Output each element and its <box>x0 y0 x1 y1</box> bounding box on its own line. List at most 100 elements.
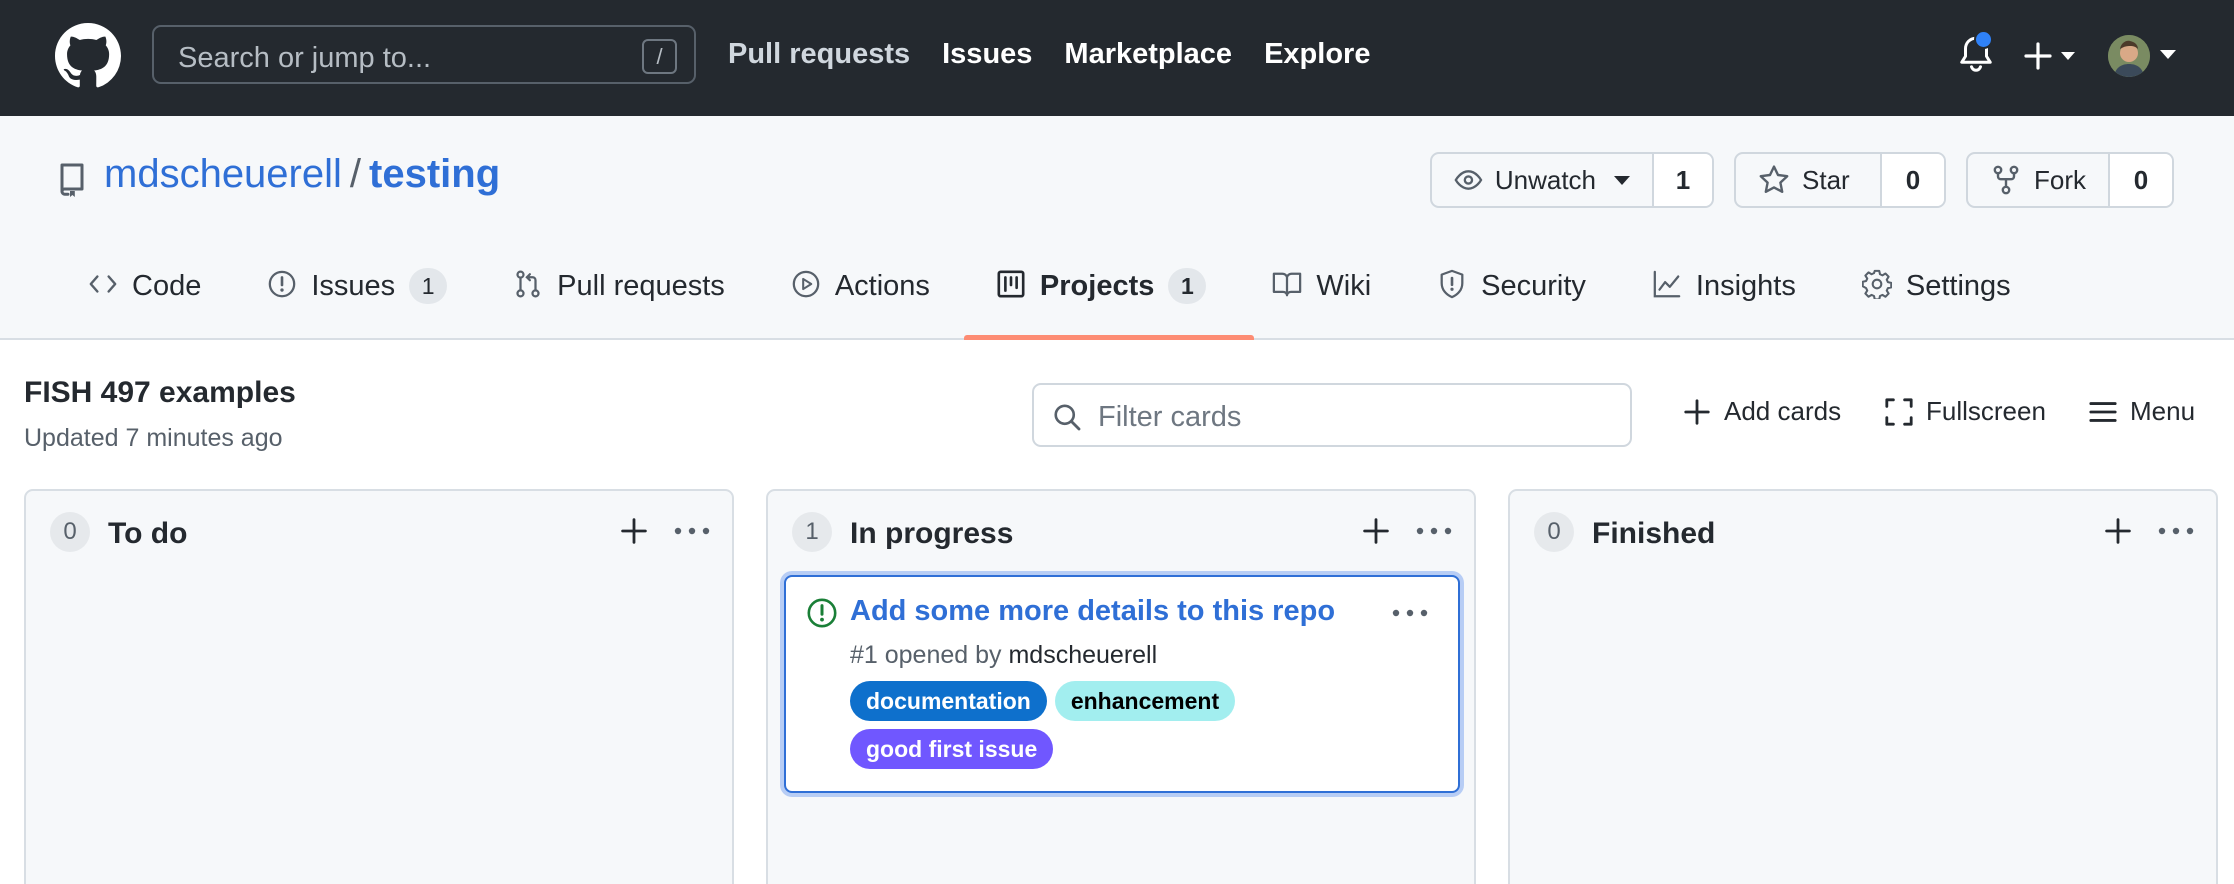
add-card-plus-icon[interactable] <box>2104 517 2132 545</box>
nav-marketplace[interactable]: Marketplace <box>1064 38 1232 71</box>
tab-code[interactable]: Code <box>88 266 231 340</box>
filter-cards-placeholder: Filter cards <box>1098 401 1242 433</box>
kebab-more-icon[interactable] <box>1416 527 1452 535</box>
kebab-more-icon[interactable] <box>674 527 710 535</box>
repo-owner-link[interactable]: mdscheuerell <box>104 152 342 196</box>
global-header: Search or jump to... / Pull requests Iss… <box>0 0 2234 116</box>
column-in-progress: 1 In progress Add some more details to t… <box>766 489 1476 884</box>
create-new-menu-icon[interactable] <box>2024 36 2082 76</box>
fork-label: Fork <box>2034 164 2086 195</box>
tab-actions[interactable]: Actions <box>791 266 960 340</box>
column-title: In progress <box>850 517 1014 550</box>
column-card-count: 0 <box>50 512 90 552</box>
project-menu-button[interactable]: Menu <box>2088 396 2195 427</box>
issue-number-opened: #1 opened by <box>850 641 1002 669</box>
global-nav: Pull requests Issues Marketplace Explore <box>728 38 1370 71</box>
shield-icon <box>1440 269 1464 299</box>
nav-issues[interactable]: Issues <box>942 38 1032 71</box>
tab-pull-requests[interactable]: Pull requests <box>513 266 755 340</box>
tab-code-label: Code <box>132 270 202 302</box>
issue-author-link[interactable]: mdscheuerell <box>1008 641 1157 669</box>
column-title: Finished <box>1592 517 1716 550</box>
issue-meta: #1 opened by mdscheuerell <box>850 641 1157 670</box>
add-card-plus-icon[interactable] <box>620 517 648 545</box>
card-kebab-more-icon[interactable] <box>1392 609 1428 617</box>
star-label: Star <box>1802 164 1850 195</box>
fullscreen-button[interactable]: Fullscreen <box>1884 396 2046 427</box>
tab-projects-label: Projects <box>1039 270 1155 302</box>
column-finished: 0 Finished <box>1508 489 2218 884</box>
avatar-caret-icon[interactable] <box>2160 50 2176 59</box>
repo-title-separator: / <box>349 152 362 196</box>
label-enhancement[interactable]: enhancement <box>1054 681 1236 721</box>
unwatch-label: Unwatch <box>1494 164 1596 195</box>
tab-settings-label: Settings <box>1905 270 2011 302</box>
issue-title-link[interactable]: Add some more details to this repo <box>850 595 1335 628</box>
notification-indicator <box>1974 30 1993 49</box>
fullscreen-icon <box>1885 397 1913 426</box>
github-logo-icon[interactable] <box>55 23 121 89</box>
star-button-group: Star 0 <box>1734 152 1946 208</box>
global-search-input[interactable]: Search or jump to... / <box>152 25 696 84</box>
tab-security-label: Security <box>1481 270 1586 302</box>
plus-icon <box>1684 398 1710 425</box>
tab-projects-count: 1 <box>1168 268 1207 304</box>
filter-cards-input[interactable]: Filter cards <box>1032 383 1632 447</box>
caret-down-icon <box>1614 175 1630 185</box>
nav-pull-requests[interactable]: Pull requests <box>728 38 910 71</box>
watch-button-group: Unwatch 1 <box>1430 152 1714 208</box>
tab-security[interactable]: Security <box>1437 266 1616 340</box>
issue-labels: documentation enhancement good first iss… <box>850 681 1290 769</box>
play-icon <box>792 270 820 298</box>
issue-card[interactable]: Add some more details to this repo #1 op… <box>784 575 1460 793</box>
column-card-count: 1 <box>792 512 832 552</box>
tab-insights[interactable]: Insights <box>1652 266 1826 340</box>
hamburger-menu-icon <box>2089 401 2117 422</box>
repo-name-link[interactable]: testing <box>369 152 500 196</box>
search-icon <box>1054 404 1081 431</box>
menu-label: Menu <box>2130 396 2196 426</box>
search-shortcut-key: / <box>642 39 677 74</box>
fork-button[interactable]: Fork <box>1968 154 2110 206</box>
column-to-do: 0 To do <box>24 489 734 884</box>
repo-icon <box>60 163 84 197</box>
project-updated-time: Updated 7 minutes ago <box>24 424 283 452</box>
tab-issues-label: Issues <box>311 270 396 302</box>
search-placeholder: Search or jump to... <box>178 42 432 74</box>
column-title: To do <box>108 517 188 550</box>
star-button[interactable]: Star <box>1736 154 1882 206</box>
watchers-count[interactable]: 1 <box>1654 154 1712 206</box>
project-title[interactable]: FISH 497 examples <box>24 376 296 410</box>
tab-wiki[interactable]: Wiki <box>1272 266 1401 340</box>
git-pull-request-icon <box>516 270 540 298</box>
tab-issues[interactable]: Issues 1 <box>267 266 477 340</box>
label-good-first-issue[interactable]: good first issue <box>850 729 1054 769</box>
repo-title: mdscheuerell / testing <box>104 152 500 197</box>
gear-icon <box>1861 269 1892 299</box>
eye-icon <box>1454 170 1483 190</box>
tab-actions-label: Actions <box>834 270 930 302</box>
tab-pull-requests-label: Pull requests <box>557 270 725 302</box>
code-icon <box>89 275 117 293</box>
add-cards-button[interactable]: Add cards <box>1682 396 1841 427</box>
forks-count[interactable]: 0 <box>2110 154 2172 206</box>
repo-nav-tabs: Code Issues 1 Pull requests Actions Proj… <box>88 266 2077 340</box>
unwatch-button[interactable]: Unwatch <box>1432 154 1654 206</box>
add-cards-label: Add cards <box>1724 396 1842 426</box>
issue-opened-icon <box>269 270 296 298</box>
fullscreen-label: Fullscreen <box>1926 396 2046 426</box>
add-card-plus-icon[interactable] <box>1362 517 1390 545</box>
project-icon <box>997 270 1025 298</box>
tab-issues-count: 1 <box>409 268 448 304</box>
tab-projects[interactable]: Projects 1 <box>963 266 1255 340</box>
graph-icon <box>1653 270 1681 298</box>
user-avatar[interactable] <box>2108 35 2150 77</box>
label-documentation[interactable]: documentation <box>850 681 1047 721</box>
tab-settings[interactable]: Settings <box>1861 266 2041 340</box>
kebab-more-icon[interactable] <box>2158 527 2194 535</box>
star-icon <box>1759 165 1789 193</box>
book-icon <box>1273 272 1302 297</box>
nav-explore[interactable]: Explore <box>1264 38 1370 71</box>
stargazers-count[interactable]: 0 <box>1882 154 1944 206</box>
fork-button-group: Fork 0 <box>1966 152 2174 208</box>
